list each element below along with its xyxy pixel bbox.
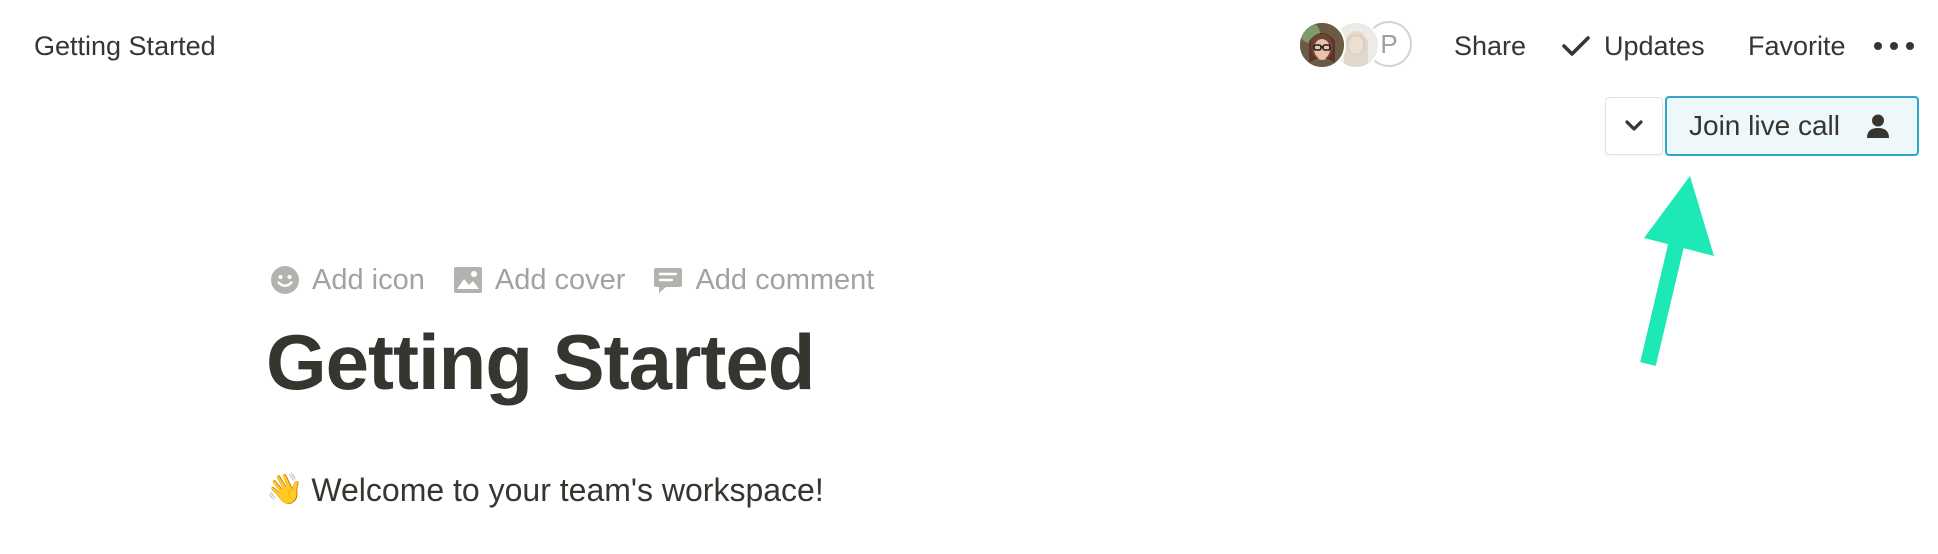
page-breadcrumb-title[interactable]: Getting Started xyxy=(34,28,216,64)
chevron-down-icon xyxy=(1625,120,1643,131)
call-options-dropdown-button[interactable] xyxy=(1605,97,1663,155)
favorite-button[interactable]: Favorite xyxy=(1748,28,1846,64)
waving-hand-icon: 👋 xyxy=(266,472,304,507)
checkmark-icon xyxy=(1562,36,1590,56)
welcome-text-block[interactable]: 👋 Welcome to your team's workspace! xyxy=(266,468,824,512)
share-button[interactable]: Share xyxy=(1454,28,1526,64)
add-icon-label: Add icon xyxy=(312,263,425,296)
annotation-arrow-icon xyxy=(1640,176,1714,366)
updates-label: Updates xyxy=(1604,31,1705,61)
person-icon xyxy=(1867,114,1889,138)
page-title[interactable]: Getting Started xyxy=(266,314,815,410)
add-comment-button[interactable]: Add comment xyxy=(653,264,874,297)
add-comment-label: Add comment xyxy=(695,263,875,296)
join-live-call-button[interactable]: Join live call xyxy=(1665,96,1919,156)
comment-icon xyxy=(654,268,683,293)
add-icon-button[interactable]: Add icon xyxy=(270,264,425,297)
avatar[interactable] xyxy=(1298,21,1346,69)
join-live-call-label: Join live call xyxy=(1689,110,1840,141)
more-horizontal-icon[interactable] xyxy=(1874,34,1914,58)
collaborator-avatars[interactable]: P xyxy=(1298,21,1418,69)
welcome-text: Welcome to your team's workspace! xyxy=(311,472,824,508)
smiley-icon xyxy=(271,266,299,294)
user-photo-icon xyxy=(1300,23,1344,67)
page-header-actions: Add icon Add cover Add comment xyxy=(270,260,902,300)
add-cover-label: Add cover xyxy=(494,263,626,296)
updates-button[interactable]: Updates xyxy=(1562,28,1705,64)
image-icon xyxy=(453,267,482,293)
add-cover-button[interactable]: Add cover xyxy=(453,263,626,297)
